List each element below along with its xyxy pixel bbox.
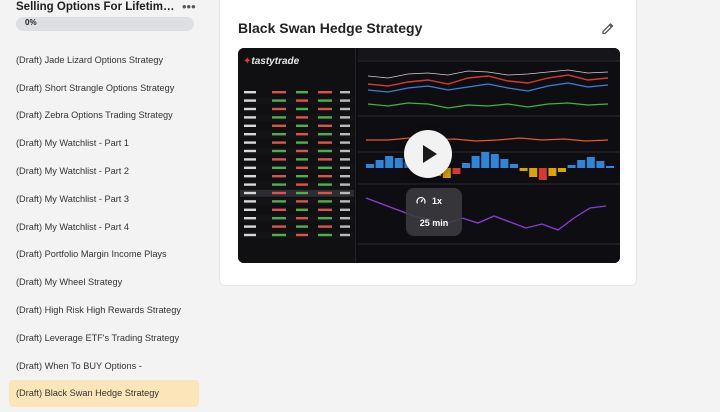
lesson-item-label: (Draft) My Watchlist - Part 2 (16, 166, 129, 177)
lesson-item[interactable]: (Draft) My Watchlist - Part 2 (0, 157, 208, 185)
lesson-item-label: (Draft) My Watchlist - Part 4 (16, 221, 129, 232)
lesson-item[interactable]: (Draft) Jade Lizard Options Strategy (0, 46, 208, 74)
lesson-item-label: (Draft) My Wheel Strategy (16, 277, 123, 288)
watchlist-rows-graphic (240, 89, 354, 239)
lesson-item[interactable]: (Draft) Portfolio Margin Income Plays (0, 241, 208, 269)
lesson-item-label: (Draft) High Risk High Rewards Strategy (16, 305, 181, 316)
lesson-item-label: (Draft) Portfolio Margin Income Plays (16, 249, 167, 260)
lesson-item[interactable]: (Draft) Zebra Options Trading Strategy (0, 102, 208, 130)
lesson-item[interactable]: (Draft) My Wheel Strategy (0, 268, 208, 296)
lesson-item[interactable]: (Draft) When To BUY Options - (0, 352, 208, 380)
lesson-item[interactable]: (Draft) My Watchlist - Part 1 (0, 129, 208, 157)
video-thumbnail-watchlist: ✦tastytrade (238, 48, 356, 263)
play-button[interactable] (404, 130, 452, 178)
course-progress-bar: 0% (16, 17, 194, 31)
lesson-item-label: (Draft) Zebra Options Trading Strategy (16, 110, 173, 121)
chart-graphic (358, 48, 620, 245)
lesson-item-label: (Draft) My Watchlist - Part 1 (16, 138, 129, 149)
playback-speed[interactable]: 1x (432, 196, 442, 206)
lesson-item[interactable]: (Draft) My Watchlist - Part 3 (0, 185, 208, 213)
lesson-list: (Draft) Jade Lizard Options Strategy (Dra… (0, 46, 208, 408)
course-title: Selling Options For Lifetime Income (16, 1, 178, 13)
lesson-item-label: (Draft) Short Strangle Options Strategy (16, 82, 175, 93)
play-icon (423, 145, 437, 163)
lesson-item-label: (Draft) When To BUY Options - (16, 360, 142, 371)
lesson-item-active[interactable]: (Draft) Black Swan Hedge Strategy (9, 379, 199, 408)
lesson-item-label: (Draft) Jade Lizard Options Strategy (16, 54, 164, 65)
video-player[interactable]: ✦tastytrade 1x 25 min (238, 48, 620, 263)
course-progress-label: 0% (25, 18, 37, 27)
lesson-item[interactable]: (Draft) Leverage ETF's Trading Strategy (0, 324, 208, 352)
lesson-item-label: (Draft) Black Swan Hedge Strategy (16, 388, 159, 399)
lesson-item[interactable]: (Draft) My Watchlist - Part 4 (0, 213, 208, 241)
course-sidebar: Selling Options For Lifetime Income ••• … (0, 0, 208, 412)
lesson-item[interactable]: (Draft) High Risk High Rewards Strategy (0, 296, 208, 324)
lesson-item-label: (Draft) My Watchlist - Part 3 (16, 193, 129, 204)
lesson-item[interactable]: (Draft) Short Strangle Options Strategy (0, 74, 208, 102)
more-horizontal-icon[interactable]: ••• (182, 0, 196, 14)
video-thumbnail-chart (358, 48, 620, 263)
lesson-content-card: Black Swan Hedge Strategy ✦tastytrade 1x… (219, 0, 637, 286)
playback-info: 1x 25 min (406, 188, 462, 236)
pencil-icon[interactable] (600, 21, 616, 37)
speedometer-icon (416, 196, 426, 204)
video-duration: 25 min (419, 218, 449, 228)
lesson-title: Black Swan Hedge Strategy (238, 20, 423, 36)
lesson-item-label: (Draft) Leverage ETF's Trading Strategy (16, 332, 180, 343)
